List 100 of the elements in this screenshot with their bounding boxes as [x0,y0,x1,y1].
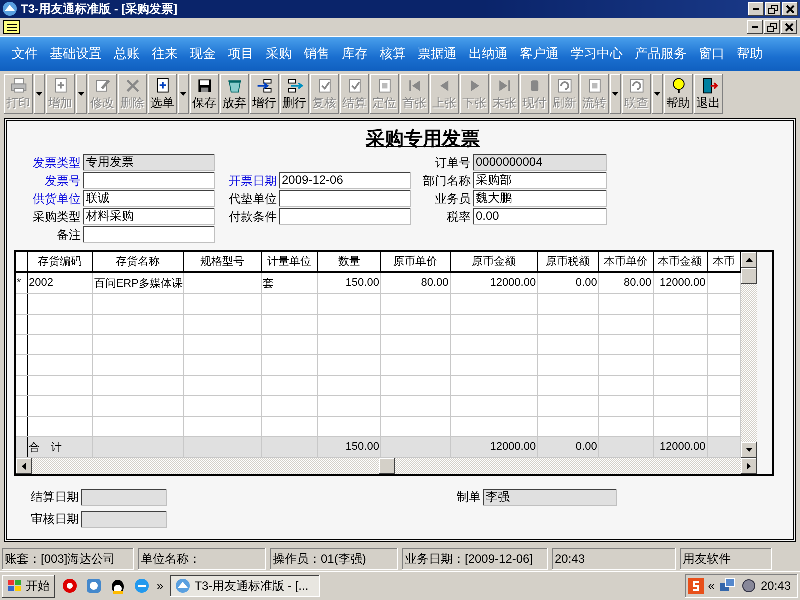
dropdown-button[interactable] [610,74,621,114]
menu-item[interactable]: 现金 [184,45,222,63]
dropdown-button[interactable] [178,74,189,114]
caret-icon [78,92,85,96]
start-button[interactable]: 开始 [2,574,55,598]
down-arrow-icon [746,448,752,452]
menu-item[interactable]: 帮助 [731,45,769,63]
input-field[interactable] [279,190,411,207]
scroll-down-button[interactable] [741,442,757,458]
close-button[interactable] [781,20,797,34]
input-field[interactable] [279,208,411,225]
menu-item[interactable]: 基础设置 [44,45,108,63]
column-header[interactable]: 计量单位 [261,252,318,272]
input-field[interactable]: 李强 [483,488,617,506]
left-arrow-icon [22,462,26,470]
close-button[interactable] [782,2,798,16]
app-icon [2,1,18,17]
menu-item[interactable]: 窗口 [693,45,731,63]
field-label: 税率 [446,209,471,226]
menu-item[interactable]: 学习中心 [565,45,629,63]
field-label: 付款条件 [228,209,277,226]
input-field[interactable]: 采购部 [473,172,607,189]
input-field[interactable]: 专用发票 [83,154,215,171]
toolbar-button[interactable]: 帮助 [664,74,693,114]
up-arrow-icon [746,258,752,262]
field-label: 制单 [456,489,481,506]
field-label: 发票类型 [32,155,81,172]
toolbar-button[interactable]: 保存 [190,74,219,114]
input-field[interactable] [83,226,215,243]
taskbar-item[interactable]: T3-用友通标准版 - [... [170,575,320,597]
menu-item[interactable]: 采购 [260,45,298,63]
toolbar-button[interactable]: 删行 [280,74,309,114]
column-header[interactable]: 本币单价 [598,252,654,272]
toolbar-button[interactable]: 放弃 [220,74,249,114]
toolbar-button[interactable]: 退出 [694,74,723,114]
input-field[interactable]: 联诚 [83,190,215,207]
menu-item[interactable]: 客户通 [514,45,565,63]
status-cell: 单位名称： [138,548,266,570]
minimize-button[interactable] [748,2,764,16]
table-cell: 80.00 [598,272,654,294]
column-header[interactable]: 数量 [318,252,381,272]
expand-tray-button[interactable]: « [708,579,715,593]
input-method-icon [688,578,704,594]
rows-minus-icon [286,77,304,95]
floppy-icon [196,77,214,95]
caret-icon [180,92,187,96]
input-field[interactable] [83,172,215,189]
menu-item[interactable]: 库存 [336,45,374,63]
total-label: 合 计 [28,436,93,458]
column-header[interactable]: 本币金额 [653,252,708,272]
input-field[interactable]: 0000000004 [473,154,607,171]
scroll-up-button[interactable] [741,252,757,268]
horizontal-scrollbar[interactable] [16,458,757,474]
refresh-icon [628,77,646,95]
restore-button[interactable] [764,20,780,34]
toolbar-button[interactable]: 选单 [148,74,177,114]
input-field[interactable]: 材料采购 [83,208,215,225]
column-header[interactable]: 存货编码 [28,252,93,272]
column-header[interactable]: 原币金额 [450,252,538,272]
scroll-thumb[interactable] [741,268,757,284]
clock: 20:43 [760,579,791,593]
input-field[interactable]: 魏大鹏 [473,190,607,207]
menu-item[interactable]: 核算 [374,45,412,63]
restore-button[interactable] [765,2,781,16]
column-header[interactable]: 原币单价 [380,252,450,272]
input-field[interactable] [81,488,167,506]
column-header[interactable]: 存货名称 [92,252,184,272]
vertical-scrollbar[interactable] [741,252,757,458]
column-header[interactable]: 规格型号 [183,252,262,272]
status-cell: 20:43 [552,548,676,570]
dropdown-button[interactable] [34,74,45,114]
menu-item[interactable]: 票据通 [412,45,463,63]
scroll-right-button[interactable] [741,458,757,474]
menu-item[interactable]: 产品服务 [629,45,693,63]
toolbar-button[interactable]: 增行 [250,74,279,114]
menu-item[interactable]: 项目 [222,45,260,63]
status-cell: 账套：[003]海达公司 [2,548,134,570]
table-cell: 12000.00 [653,436,708,458]
more-button[interactable]: » [157,579,164,593]
field-label: 审核日期 [30,511,79,528]
dropdown-button[interactable] [76,74,87,114]
menu-item[interactable]: 文件 [6,45,44,63]
square-app-icon [85,577,103,595]
menu-item[interactable]: 往来 [146,45,184,63]
menu-item[interactable]: 出纳通 [463,45,514,63]
minimize-button[interactable] [747,20,763,34]
table-cell: 150.00 [318,436,381,458]
dropdown-button[interactable] [652,74,663,114]
input-field[interactable] [81,510,167,528]
scroll-thumb[interactable] [378,458,394,474]
menu-item[interactable]: 总账 [108,45,146,63]
column-header[interactable]: 本币 [707,252,740,272]
field-label: 发票号 [44,173,81,190]
menu-item[interactable]: 销售 [298,45,336,63]
column-header[interactable]: 原币税额 [538,252,599,272]
field-label: 代垫单位 [228,191,277,208]
caret-icon [654,92,661,96]
input-field[interactable]: 0.00 [473,208,607,225]
scroll-left-button[interactable] [16,458,32,474]
input-field[interactable]: 2009-12-06 [279,172,411,189]
